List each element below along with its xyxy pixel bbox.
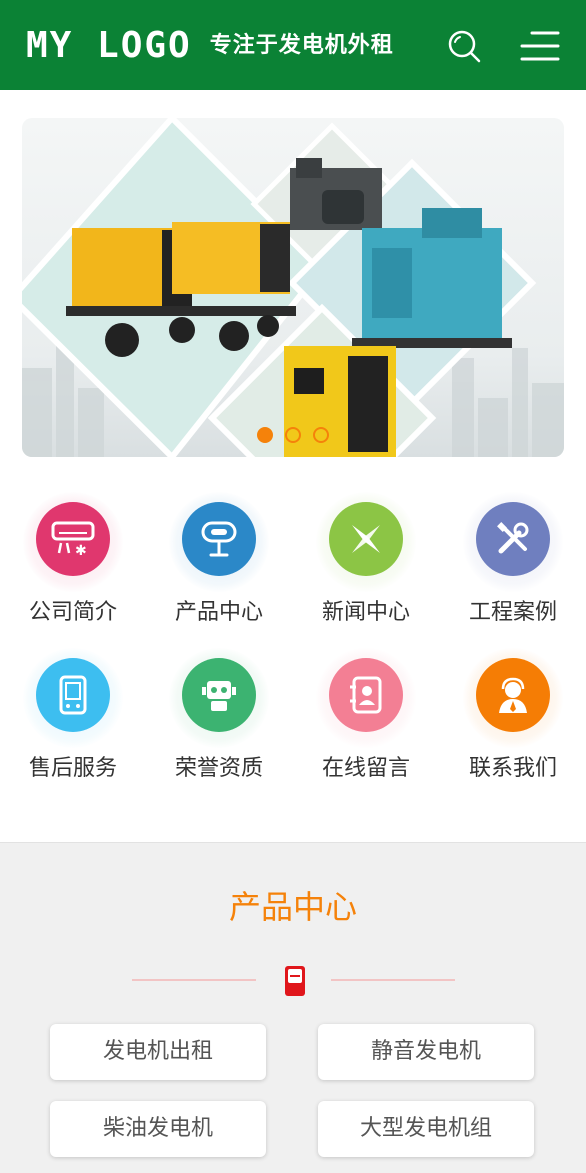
nav-item-products[interactable]: 产品中心 bbox=[146, 492, 292, 642]
slide-dot-2[interactable] bbox=[285, 427, 301, 443]
nav-label: 产品中心 bbox=[174, 600, 263, 625]
nav-item-cases[interactable]: 工程案例 bbox=[440, 492, 586, 642]
nav-label: 工程案例 bbox=[468, 600, 557, 625]
category-button[interactable]: 发电机出租 bbox=[50, 1024, 266, 1080]
nav-label: 在线留言 bbox=[321, 756, 410, 781]
site-logo[interactable]: MY LOGO 专注于发电机外租 bbox=[26, 26, 394, 66]
open-generator bbox=[290, 158, 382, 230]
phone-icon bbox=[59, 675, 87, 715]
generator-icon bbox=[285, 966, 305, 996]
divider-left bbox=[132, 979, 256, 981]
category-button[interactable]: 大型发电机组 bbox=[318, 1101, 534, 1157]
nav-label: 联系我们 bbox=[468, 756, 557, 781]
customer-service-icon bbox=[499, 677, 527, 713]
pinwheel-icon bbox=[352, 525, 380, 553]
hero-banner[interactable] bbox=[22, 118, 564, 457]
products-section: 产品中心 发电机出租 静音发电机 柴油发电机 大型发电机组 bbox=[0, 842, 586, 1173]
menu-icon bbox=[520, 31, 560, 61]
divider-right bbox=[331, 979, 455, 981]
nav-label: 售后服务 bbox=[28, 756, 117, 781]
logo-text: MY LOGO bbox=[26, 25, 192, 66]
robot-icon bbox=[202, 681, 236, 711]
nav-item-company[interactable]: ✱ 公司简介 bbox=[0, 492, 146, 642]
slide-dot-1[interactable] bbox=[257, 427, 273, 443]
nav-item-honors[interactable]: 荣誉资质 bbox=[146, 648, 292, 798]
svg-text:✱: ✱ bbox=[75, 543, 87, 557]
search-button[interactable] bbox=[446, 28, 482, 64]
air-conditioner-icon: ✱ bbox=[51, 521, 95, 557]
slide-dot-3[interactable] bbox=[313, 427, 329, 443]
signpost-icon bbox=[201, 521, 237, 557]
tools-icon bbox=[497, 522, 529, 554]
menu-button[interactable] bbox=[518, 28, 560, 64]
banner-image bbox=[22, 118, 564, 457]
contact-card-icon bbox=[350, 676, 382, 714]
logo-slogan: 专注于发电机外租 bbox=[209, 33, 394, 58]
site-header: MY LOGO 专注于发电机外租 bbox=[0, 0, 586, 90]
nav-label: 公司简介 bbox=[28, 600, 117, 625]
nav-item-contact[interactable]: 联系我们 bbox=[440, 648, 586, 798]
banner-pagination bbox=[22, 427, 564, 443]
nav-label: 新闻中心 bbox=[321, 600, 410, 625]
nav-item-news[interactable]: 新闻中心 bbox=[293, 492, 439, 642]
search-icon bbox=[448, 30, 481, 63]
category-button[interactable]: 静音发电机 bbox=[318, 1024, 534, 1080]
category-button[interactable]: 柴油发电机 bbox=[50, 1101, 266, 1157]
blue-generator bbox=[352, 208, 512, 348]
nav-item-after-sales[interactable]: 售后服务 bbox=[0, 648, 146, 798]
section-title: 产品中心 bbox=[228, 888, 357, 926]
nav-item-message[interactable]: 在线留言 bbox=[293, 648, 439, 798]
nav-label: 荣誉资质 bbox=[174, 756, 263, 781]
